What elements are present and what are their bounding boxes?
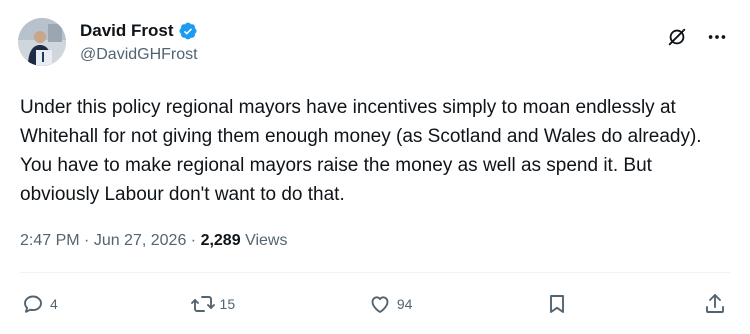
- like-count: 94: [396, 296, 413, 312]
- more-options-icon[interactable]: [706, 26, 728, 48]
- divider: [20, 272, 730, 273]
- bookmark-button[interactable]: [544, 291, 570, 317]
- verified-badge-icon: [178, 21, 198, 41]
- avatar[interactable]: [18, 18, 66, 66]
- header-actions: [666, 26, 728, 48]
- like-button[interactable]: 94: [367, 291, 413, 317]
- meta-separator-2: ·: [186, 232, 201, 249]
- reply-icon: [20, 291, 46, 317]
- action-bar: 4 15 94: [20, 290, 728, 318]
- heart-icon: [367, 291, 393, 317]
- grok-icon[interactable]: [666, 26, 688, 48]
- tweet-metadata: 2:47 PM · Jun 27, 2026 · 2,289 Views: [20, 232, 287, 250]
- repost-icon: [190, 291, 216, 317]
- tweet-text: Under this policy regional mayors have i…: [20, 97, 712, 205]
- meta-separator: ·: [79, 232, 94, 249]
- bookmark-icon: [544, 291, 570, 317]
- author-block: David Frost @DavidGHFrost: [80, 20, 198, 64]
- post-date[interactable]: Jun 27, 2026: [94, 232, 187, 250]
- reply-button[interactable]: 4: [20, 291, 58, 317]
- author-display-name[interactable]: David Frost: [80, 21, 174, 41]
- author-handle[interactable]: @DavidGHFrost: [80, 46, 198, 64]
- share-icon: [702, 291, 728, 317]
- reply-count: 4: [50, 296, 58, 312]
- tweet-card: David Frost @DavidGHFrost Under this pol…: [0, 0, 750, 334]
- repost-count: 15: [219, 296, 236, 312]
- post-time[interactable]: 2:47 PM: [20, 232, 80, 250]
- views-count[interactable]: 2,289: [201, 232, 241, 250]
- share-button[interactable]: [702, 291, 728, 317]
- repost-button[interactable]: 15: [190, 291, 236, 317]
- views-label: Views: [245, 232, 288, 249]
